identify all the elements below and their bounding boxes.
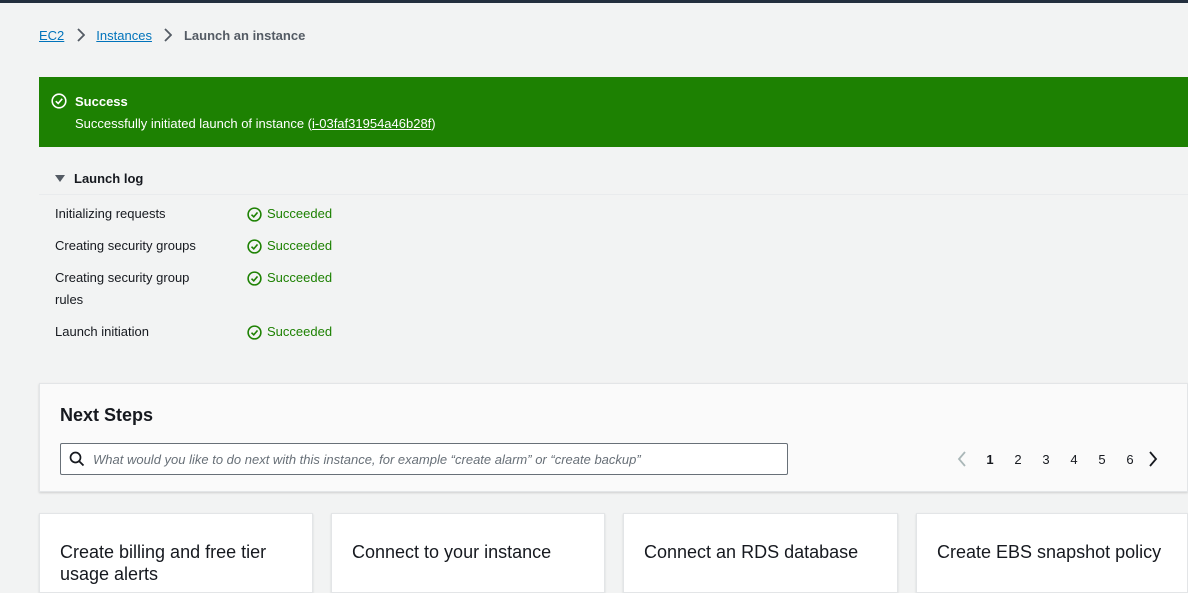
chevron-right-icon <box>64 28 96 42</box>
flash-title: Success <box>75 94 128 109</box>
log-step-status: Succeeded <box>247 203 332 225</box>
step-card-ebs-snapshot[interactable]: Create EBS snapshot policy <box>916 513 1188 593</box>
top-nav-bar <box>0 0 1188 3</box>
status-text: Succeeded <box>267 238 333 253</box>
launch-log-label: Launch log <box>74 171 144 186</box>
check-circle-icon <box>247 206 262 222</box>
instance-id-link[interactable]: i-03faf31954a46b28f <box>312 116 431 131</box>
status-text: Succeeded <box>267 206 333 221</box>
log-step-status: Succeeded <box>247 235 332 257</box>
flash-message-prefix: Successfully initiated launch of instanc… <box>75 116 313 131</box>
next-steps-panel: Next Steps 1 2 3 4 5 6 <box>39 383 1188 492</box>
check-circle-icon <box>247 324 262 340</box>
pagination-page[interactable]: 3 <box>1032 452 1060 467</box>
breadcrumb-current: Launch an instance <box>183 27 306 43</box>
chevron-right-icon <box>152 28 184 42</box>
step-card-title: Create billing and free tier usage alert… <box>60 542 267 584</box>
check-circle-icon <box>247 238 262 254</box>
log-step-label: Launch initiation <box>55 324 149 339</box>
step-card-billing-alerts[interactable]: Create billing and free tier usage alert… <box>39 513 313 593</box>
log-step-status: Succeeded <box>247 321 332 343</box>
breadcrumb: EC2 Instances Launch an instance <box>39 26 305 44</box>
check-circle-icon <box>51 93 67 109</box>
divider <box>39 194 1188 195</box>
check-circle-icon <box>247 270 262 286</box>
step-card-connect-instance[interactable]: Connect to your instance <box>331 513 605 593</box>
pagination: 1 2 3 4 5 6 <box>953 448 1162 470</box>
pagination-page[interactable]: 1 <box>976 452 1004 467</box>
step-card-connect-rds[interactable]: Connect an RDS database <box>623 513 898 593</box>
step-card-title: Connect an RDS database <box>644 542 859 562</box>
search-icon <box>69 451 85 467</box>
success-flash-banner: Success Successfully initiated launch of… <box>39 77 1188 147</box>
status-text: Succeeded <box>267 270 333 285</box>
pagination-page[interactable]: 4 <box>1060 452 1088 467</box>
pagination-next-button[interactable] <box>1144 450 1162 468</box>
breadcrumb-instances[interactable]: Instances <box>96 28 152 43</box>
breadcrumb-ec2[interactable]: EC2 <box>39 28 64 43</box>
search-input[interactable] <box>93 445 787 473</box>
step-card-title: Create EBS snapshot policy <box>937 542 1162 562</box>
log-step-label: Creating security groups <box>55 238 196 253</box>
step-card-title: Connect to your instance <box>352 542 552 562</box>
launch-log-toggle[interactable]: Launch log <box>55 171 143 186</box>
pagination-page[interactable]: 5 <box>1088 452 1116 467</box>
log-step-label: Initializing requests <box>55 206 166 221</box>
next-steps-title: Next Steps <box>60 405 154 425</box>
flash-message-suffix: ) <box>431 116 436 131</box>
next-steps-search[interactable] <box>60 443 788 475</box>
pagination-prev-button[interactable] <box>953 450 971 468</box>
chevron-left-icon <box>957 451 966 467</box>
log-step-status: Succeeded <box>247 267 332 289</box>
pagination-page[interactable]: 6 <box>1116 452 1144 467</box>
pagination-page[interactable]: 2 <box>1004 452 1032 467</box>
chevron-right-icon <box>1149 451 1158 467</box>
log-step-label: Creating security group rules <box>55 270 190 307</box>
status-text: Succeeded <box>267 324 333 339</box>
caret-down-icon <box>55 174 65 182</box>
flash-message: Successfully initiated launch of instanc… <box>75 116 436 131</box>
